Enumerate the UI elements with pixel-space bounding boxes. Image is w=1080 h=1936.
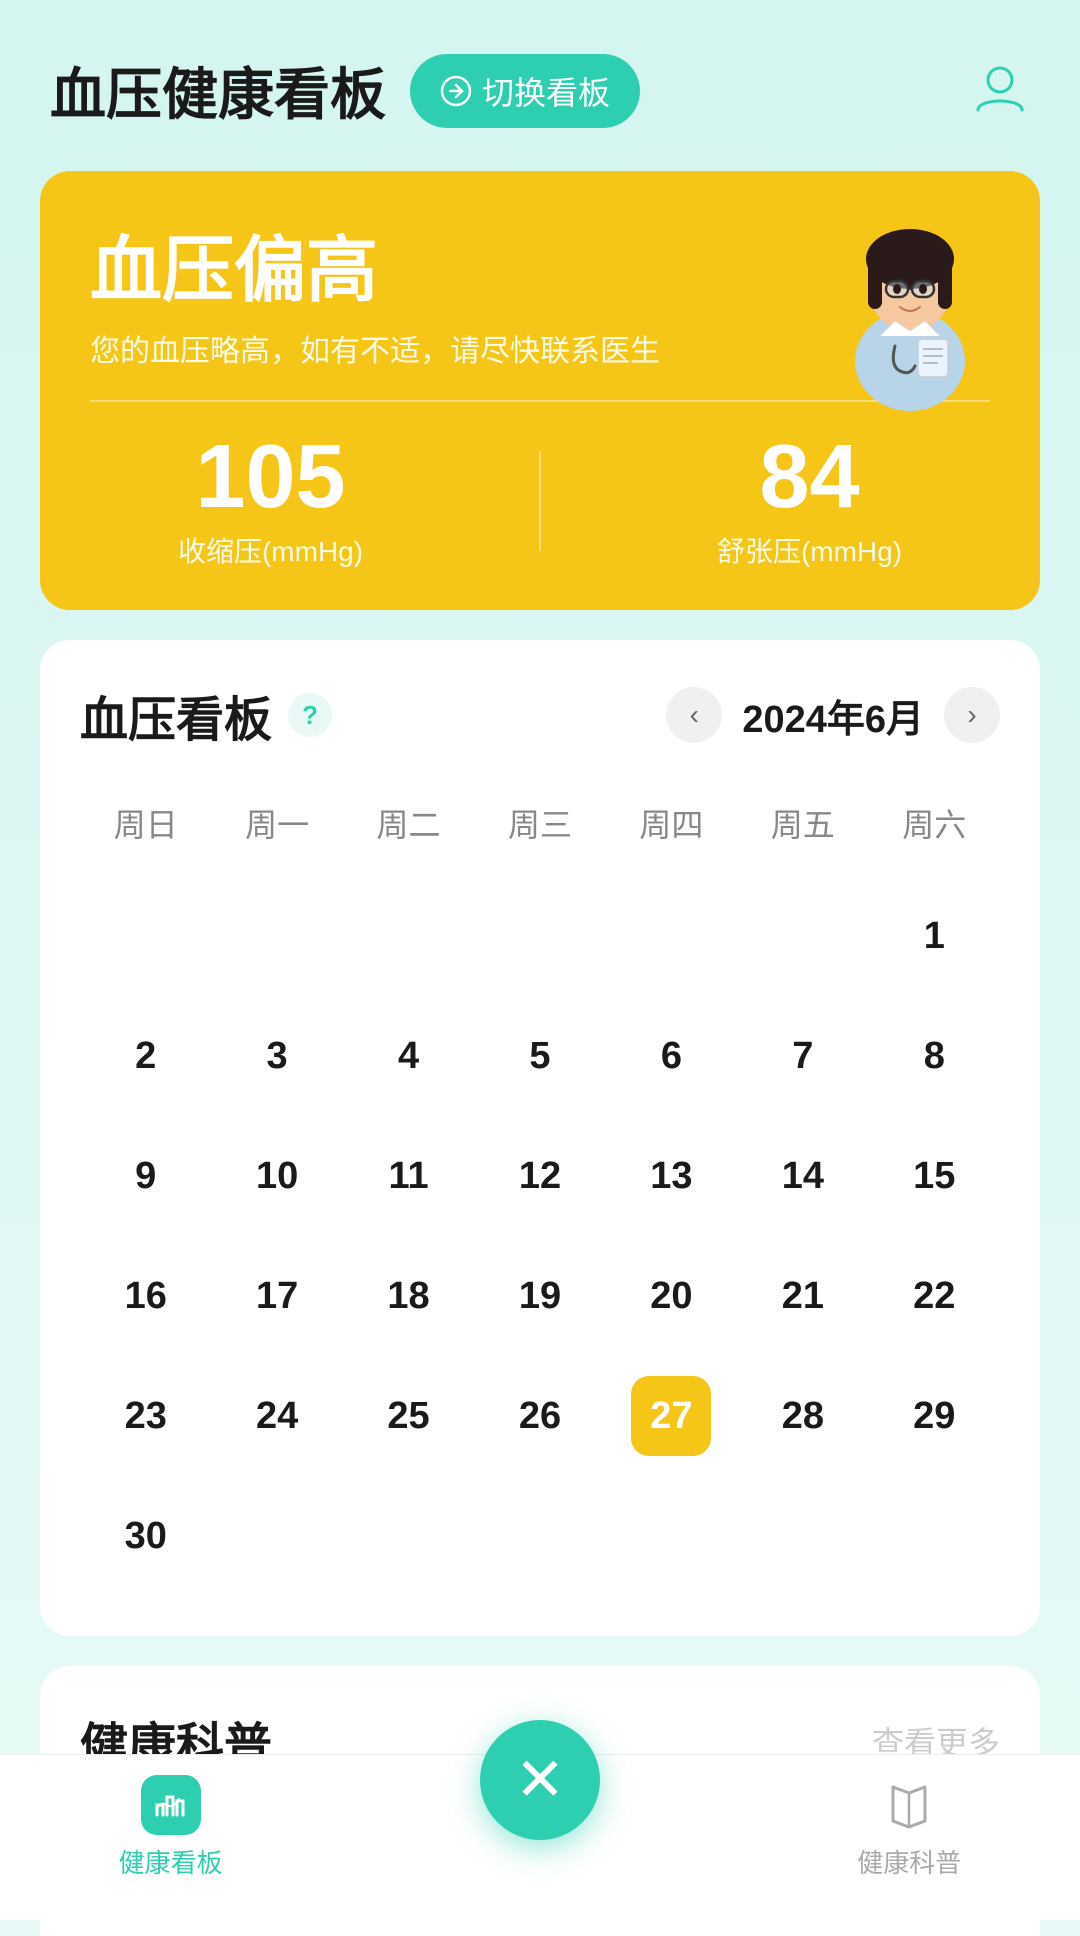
calendar-day[interactable]: 22 bbox=[869, 1236, 1000, 1356]
calendar-weekday-header: 周日 bbox=[80, 790, 211, 876]
calendar-day bbox=[343, 1476, 474, 1596]
bp-card: 血压偏高 您的血压略高，如有不适，请尽快联系医生 105 收缩压(mmHg) 8… bbox=[40, 171, 1040, 610]
calendar-day[interactable]: 21 bbox=[737, 1236, 868, 1356]
diastolic-label: 舒张压(mmHg) bbox=[717, 530, 902, 570]
calendar-day bbox=[737, 1476, 868, 1596]
health-science-icon-container bbox=[879, 1775, 939, 1835]
calendar-day bbox=[211, 1476, 342, 1596]
diastolic-value-item: 84 舒张压(mmHg) bbox=[717, 432, 902, 570]
switch-label: 切换看板 bbox=[482, 68, 610, 114]
calendar-weekday-header: 周四 bbox=[606, 790, 737, 876]
calendar-weekday-header: 周二 bbox=[343, 790, 474, 876]
calendar-day[interactable]: 15 bbox=[869, 1116, 1000, 1236]
calendar-day bbox=[474, 876, 605, 996]
doctor-illustration bbox=[810, 191, 1010, 391]
calendar-day[interactable]: 29 bbox=[869, 1356, 1000, 1476]
calendar-day[interactable]: 23 bbox=[80, 1356, 211, 1476]
calendar-day[interactable]: 28 bbox=[737, 1356, 868, 1476]
calendar-day bbox=[211, 876, 342, 996]
calendar-day[interactable]: 12 bbox=[474, 1116, 605, 1236]
systolic-value-item: 105 收缩压(mmHg) bbox=[178, 432, 363, 570]
calendar-header: 血压看板 ? ‹ 2024年6月 › bbox=[80, 680, 1000, 750]
nav-label-health-science: 健康科普 bbox=[857, 1843, 961, 1880]
calendar-day[interactable]: 14 bbox=[737, 1116, 868, 1236]
bp-vertical-divider bbox=[539, 451, 541, 551]
calendar-day bbox=[474, 1476, 605, 1596]
prev-month-button[interactable]: ‹ bbox=[666, 687, 722, 743]
nav-item-health-science[interactable]: 健康科普 bbox=[857, 1775, 961, 1880]
calendar-day[interactable]: 17 bbox=[211, 1236, 342, 1356]
calendar-day[interactable]: 18 bbox=[343, 1236, 474, 1356]
switch-icon bbox=[440, 75, 472, 107]
switch-button[interactable]: 切换看板 bbox=[410, 54, 640, 128]
systolic-label: 收缩压(mmHg) bbox=[178, 530, 363, 570]
calendar-day[interactable]: 2 bbox=[80, 996, 211, 1116]
calendar-day[interactable]: 9 bbox=[80, 1116, 211, 1236]
calendar-month: 2024年6月 bbox=[742, 688, 924, 743]
calendar-nav: ‹ 2024年6月 › bbox=[666, 687, 1000, 743]
calendar-header-left: 血压看板 ? bbox=[80, 680, 332, 750]
calendar-day[interactable]: 19 bbox=[474, 1236, 605, 1356]
systolic-number: 105 bbox=[178, 432, 363, 522]
calendar-day[interactable]: 3 bbox=[211, 996, 342, 1116]
calendar-day[interactable]: 11 bbox=[343, 1116, 474, 1236]
calendar-day[interactable]: 25 bbox=[343, 1356, 474, 1476]
calendar-weekday-header: 周三 bbox=[474, 790, 605, 876]
calendar-day bbox=[343, 876, 474, 996]
calendar-day[interactable]: 26 bbox=[474, 1356, 605, 1476]
nav-label-health-board: 健康看板 bbox=[119, 1843, 223, 1880]
calendar-day[interactable]: 8 bbox=[869, 996, 1000, 1116]
page-title: 血压健康看板 bbox=[50, 50, 386, 131]
calendar-day[interactable]: 30 bbox=[80, 1476, 211, 1596]
calendar-day[interactable]: 10 bbox=[211, 1116, 342, 1236]
user-icon bbox=[970, 58, 1030, 118]
calendar-day[interactable]: 7 bbox=[737, 996, 868, 1116]
calendar-grid: 周日周一周二周三周四周五周六12345678910111213141516171… bbox=[80, 790, 1000, 1596]
calendar-card: 血压看板 ? ‹ 2024年6月 › 周日周一周二周三周四周五周六1234567… bbox=[40, 640, 1040, 1636]
book-icon bbox=[879, 1775, 939, 1835]
calendar-day[interactable]: 24 bbox=[211, 1356, 342, 1476]
calendar-day bbox=[737, 876, 868, 996]
calendar-day[interactable]: 4 bbox=[343, 996, 474, 1116]
calendar-day[interactable]: 6 bbox=[606, 996, 737, 1116]
calendar-day[interactable]: 16 bbox=[80, 1236, 211, 1356]
calendar-title: 血压看板 bbox=[80, 680, 272, 750]
calendar-day[interactable]: 5 bbox=[474, 996, 605, 1116]
nav-item-health-board[interactable]: 健康看板 bbox=[119, 1775, 223, 1880]
calendar-day[interactable]: 1 bbox=[869, 876, 1000, 996]
calendar-day-selected[interactable]: 27 bbox=[606, 1356, 737, 1476]
next-month-button[interactable]: › bbox=[944, 687, 1000, 743]
calendar-day bbox=[606, 1476, 737, 1596]
calendar-day bbox=[869, 1476, 1000, 1596]
header: 血压健康看板 切换看板 bbox=[0, 0, 1080, 161]
health-board-icon-container bbox=[141, 1775, 201, 1835]
calendar-day[interactable]: 20 bbox=[606, 1236, 737, 1356]
chart-icon bbox=[153, 1787, 189, 1823]
diastolic-number: 84 bbox=[717, 432, 902, 522]
header-left: 血压健康看板 切换看板 bbox=[50, 50, 640, 131]
chart-icon-bg bbox=[141, 1775, 201, 1835]
calendar-weekday-header: 周六 bbox=[869, 790, 1000, 876]
help-icon[interactable]: ? bbox=[288, 693, 332, 737]
user-avatar[interactable] bbox=[970, 58, 1030, 123]
calendar-weekday-header: 周五 bbox=[737, 790, 868, 876]
calendar-weekday-header: 周一 bbox=[211, 790, 342, 876]
fab-button[interactable]: ✕ bbox=[480, 1720, 600, 1840]
fab-icon: ✕ bbox=[515, 1750, 565, 1810]
calendar-day bbox=[606, 876, 737, 996]
calendar-day bbox=[80, 876, 211, 996]
calendar-day[interactable]: 13 bbox=[606, 1116, 737, 1236]
bp-values: 105 收缩压(mmHg) 84 舒张压(mmHg) bbox=[90, 432, 990, 570]
